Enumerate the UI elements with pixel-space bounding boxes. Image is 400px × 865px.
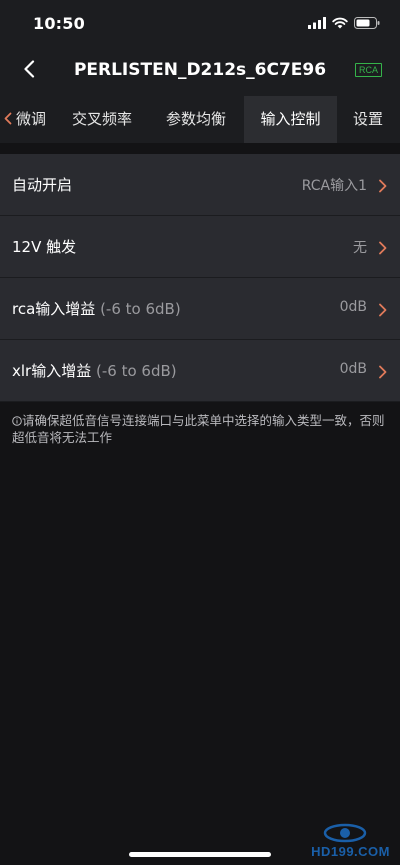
setting-label: rca输入增益 (-6 to 6dB) bbox=[12, 300, 181, 318]
setting-value: 无 bbox=[353, 240, 367, 256]
home-indicator bbox=[129, 852, 271, 857]
input-type-badge: RCA bbox=[354, 63, 382, 77]
watermark-text: HD199.COM bbox=[311, 844, 390, 859]
setting-row-rca-gain[interactable]: rca输入增益 (-6 to 6dB) 0dB bbox=[0, 278, 400, 340]
chevron-right-icon bbox=[378, 178, 388, 193]
setting-row-auto-on[interactable]: 自动开启 RCA输入1 bbox=[0, 154, 400, 216]
tab-settings[interactable]: 设置 bbox=[353, 96, 383, 143]
page-title: PERLISTEN_D212s_6C7E96 bbox=[73, 60, 327, 80]
battery-icon bbox=[354, 14, 380, 33]
setting-row-12v-trigger[interactable]: 12V 触发 无 bbox=[0, 216, 400, 278]
back-button[interactable] bbox=[14, 56, 44, 86]
status-time: 10:50 bbox=[33, 14, 85, 33]
status-icons bbox=[308, 16, 380, 30]
tab-bar: 微调 交叉频率 参数均衡 输入控制 设置 bbox=[0, 96, 400, 143]
setting-range: (-6 to 6dB) bbox=[100, 300, 181, 318]
setting-value: 0dB bbox=[339, 361, 367, 377]
chevron-right-icon bbox=[378, 302, 388, 317]
cellular-signal-icon bbox=[308, 14, 326, 33]
setting-row-xlr-gain[interactable]: xlr输入增益 (-6 to 6dB) 0dB bbox=[0, 340, 400, 402]
chevron-right-icon bbox=[378, 240, 388, 255]
watermark-logo: HD199.COM bbox=[300, 823, 390, 859]
chevron-left-icon bbox=[23, 60, 35, 82]
input-notice: 请确保超低音信号连接端口与此菜单中选择的输入类型一致，否则超低音将无法工作 bbox=[12, 412, 392, 446]
setting-value: RCA输入1 bbox=[301, 178, 367, 194]
setting-label: xlr输入增益 (-6 to 6dB) bbox=[12, 362, 177, 380]
notice-text: 请确保超低音信号连接端口与此菜单中选择的输入类型一致，否则超低音将无法工作 bbox=[12, 413, 385, 445]
wifi-icon bbox=[332, 14, 348, 33]
status-bar: 10:50 bbox=[0, 0, 400, 46]
chevron-left-icon bbox=[4, 110, 12, 129]
nav-bar: PERLISTEN_D212s_6C7E96 RCA bbox=[0, 46, 400, 96]
tab-crossover[interactable]: 交叉频率 bbox=[72, 96, 132, 143]
setting-label: 自动开启 bbox=[12, 176, 73, 194]
tab-fine-tune[interactable]: 微调 bbox=[16, 96, 46, 143]
setting-label: 12V 触发 bbox=[12, 238, 77, 256]
tab-input-control[interactable]: 输入控制 bbox=[244, 96, 337, 143]
chevron-right-icon bbox=[378, 364, 388, 379]
setting-value: 0dB bbox=[339, 299, 367, 315]
tab-scroll-left[interactable] bbox=[0, 96, 16, 143]
info-icon bbox=[12, 413, 22, 426]
setting-range: (-6 to 6dB) bbox=[96, 362, 177, 380]
tab-parametric-eq[interactable]: 参数均衡 bbox=[166, 96, 226, 143]
settings-list: 自动开启 RCA输入1 12V 触发 无 rca输入增益 (-6 to 6dB)… bbox=[0, 154, 400, 402]
